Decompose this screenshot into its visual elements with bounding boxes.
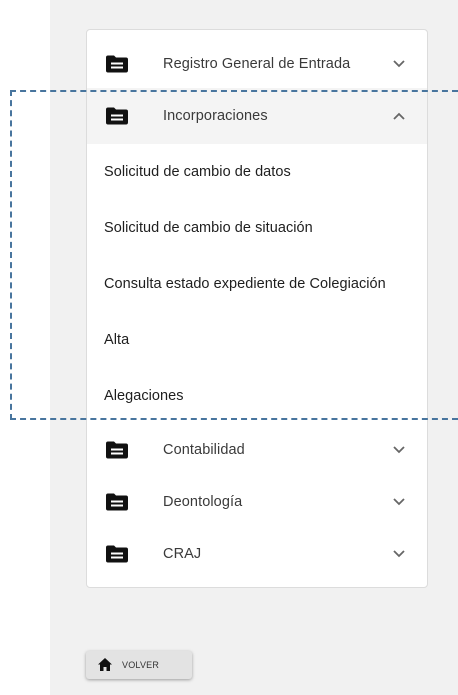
folder-icon [106, 107, 128, 125]
submenu-item-alegaciones[interactable]: Alegaciones [87, 368, 427, 424]
submenu-item-label: Solicitud de cambio de situación [104, 220, 313, 236]
menu-section-registro-general[interactable]: Registro General de Entrada [87, 36, 427, 92]
back-button[interactable]: VOLVER [86, 651, 192, 679]
home-icon [98, 658, 112, 671]
chevron-up-icon [393, 112, 405, 120]
menu-section-contabilidad[interactable]: Contabilidad [87, 422, 427, 478]
back-button-label: VOLVER [122, 660, 160, 670]
navigation-menu: Registro General de Entrada Incorporacio… [86, 29, 428, 588]
menu-section-label: Contabilidad [163, 442, 245, 458]
submenu-item-consulta-expediente[interactable]: Consulta estado expediente de Colegiació… [87, 256, 427, 312]
menu-section-incorporaciones[interactable]: Incorporaciones [87, 88, 427, 144]
submenu-item-label: Solicitud de cambio de datos [104, 164, 291, 180]
menu-section-label: Registro General de Entrada [163, 56, 351, 72]
chevron-down-icon [393, 446, 405, 454]
submenu-item-alta[interactable]: Alta [87, 312, 427, 368]
folder-icon [106, 493, 128, 511]
chevron-down-icon [393, 60, 405, 68]
chevron-down-icon [393, 550, 405, 558]
menu-section-craj[interactable]: CRAJ [87, 526, 427, 582]
menu-section-label: Deontología [163, 494, 243, 510]
submenu-item-label: Alta [104, 332, 130, 348]
page-margin [0, 0, 50, 695]
submenu-item-label: Alegaciones [104, 388, 184, 404]
submenu-item-label: Consulta estado expediente de Colegiació… [104, 276, 386, 292]
folder-icon [106, 55, 128, 73]
folder-icon [106, 441, 128, 459]
folder-icon [106, 545, 128, 563]
menu-section-label: CRAJ [163, 546, 202, 562]
menu-section-label: Incorporaciones [163, 108, 268, 124]
submenu-item-cambio-datos[interactable]: Solicitud de cambio de datos [87, 144, 427, 200]
submenu-item-cambio-situacion[interactable]: Solicitud de cambio de situación [87, 200, 427, 256]
menu-section-deontologia[interactable]: Deontología [87, 474, 427, 530]
chevron-down-icon [393, 498, 405, 506]
